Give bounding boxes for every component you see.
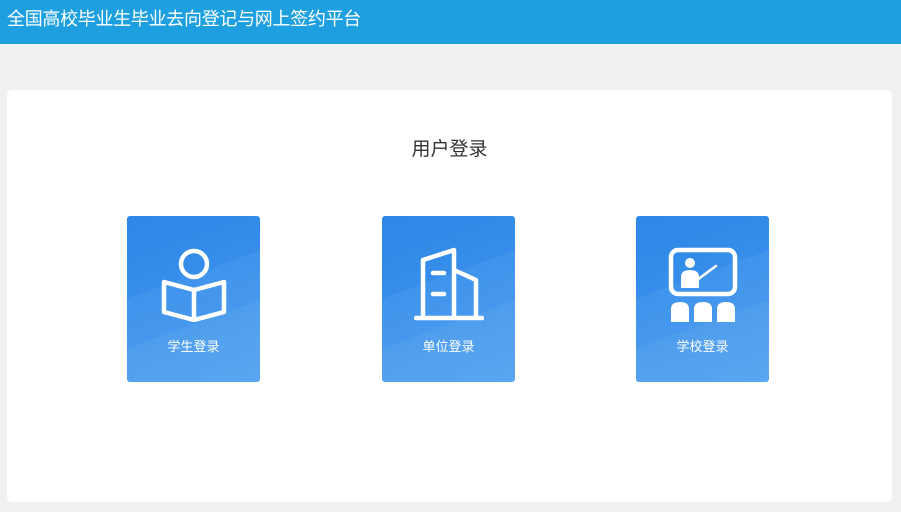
app-header: 全国高校毕业生毕业去向登记与网上签约平台: [0, 0, 901, 44]
building-icon: [414, 247, 484, 321]
employer-login-button[interactable]: 单位登录: [382, 216, 515, 382]
student-login-button[interactable]: 学生登录: [127, 216, 260, 382]
school-login-button[interactable]: 学校登录: [636, 216, 769, 382]
student-login-label: 学生登录: [167, 340, 220, 355]
student-reading-icon: [161, 248, 227, 322]
app-title: 全国高校毕业生毕业去向登记与网上签约平台: [7, 9, 361, 30]
login-panel: 用户登录 学生登录 单位登录 学校登录: [7, 90, 892, 502]
school-login-label: 学校登录: [676, 340, 729, 355]
panel-title: 用户登录: [411, 138, 488, 160]
employer-login-label: 单位登录: [422, 340, 475, 355]
teacher-board-icon: [668, 247, 738, 322]
